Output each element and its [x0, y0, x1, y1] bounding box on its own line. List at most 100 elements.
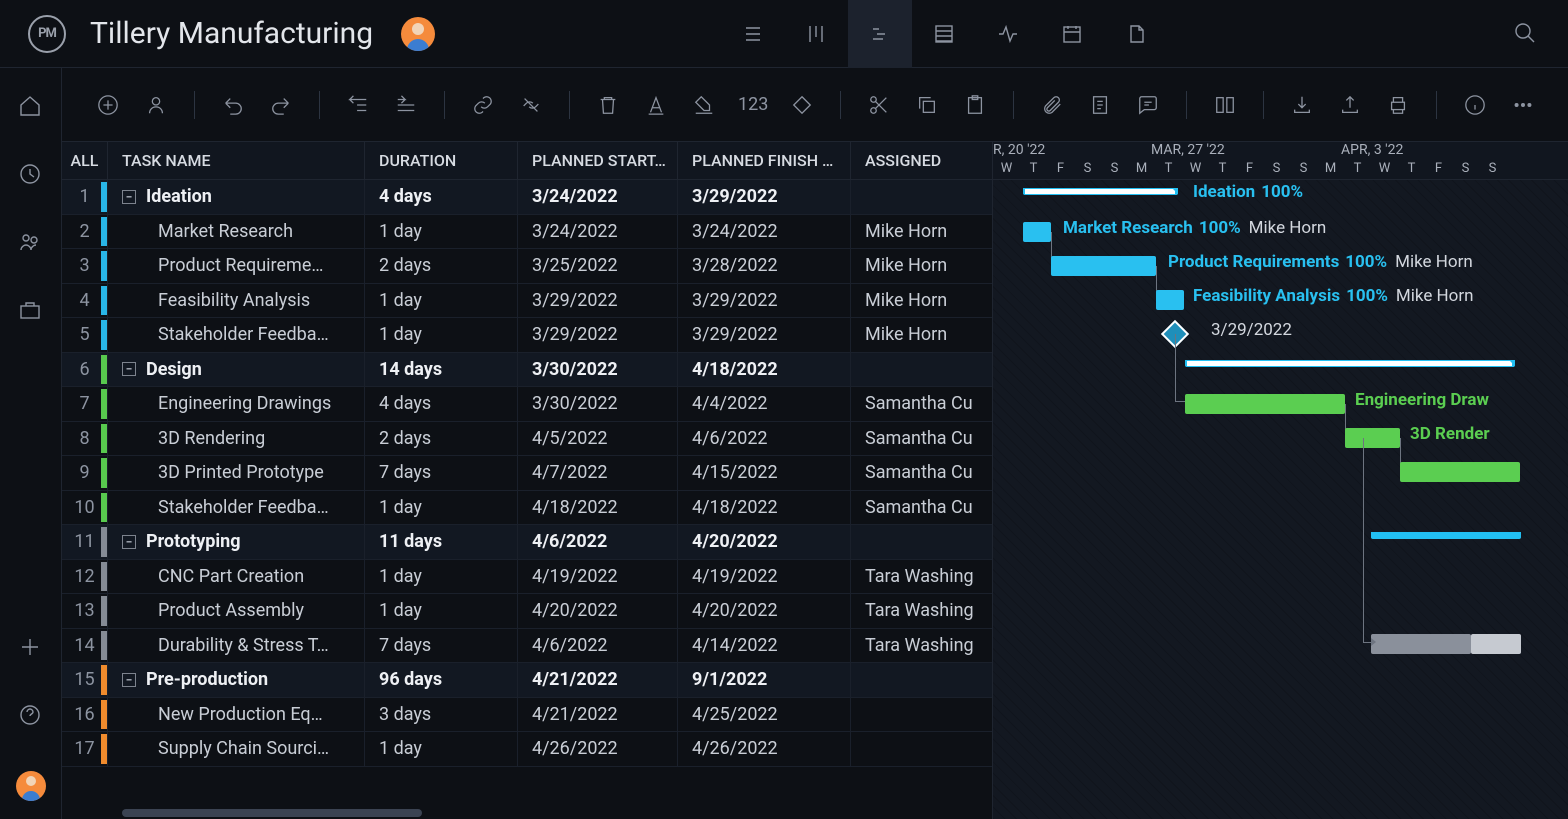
- start-cell[interactable]: 4/26/2022: [518, 732, 678, 766]
- rail-home[interactable]: [18, 94, 44, 120]
- assigned-cell[interactable]: Mike Horn: [851, 318, 988, 352]
- finish-cell[interactable]: 4/20/2022: [678, 594, 851, 628]
- table-row[interactable]: 83D Rendering2 days4/5/20224/6/2022Saman…: [62, 422, 992, 457]
- gantt-body[interactable]: Ideation100% Market Research100%Mike Hor…: [993, 180, 1568, 819]
- task-name-cell[interactable]: −Design: [108, 353, 365, 387]
- attach-button[interactable]: [1038, 91, 1066, 119]
- search-button[interactable]: [1512, 20, 1540, 48]
- rail-avatar[interactable]: [16, 771, 46, 801]
- duration-cell[interactable]: 1 day: [365, 560, 518, 594]
- assigned-cell[interactable]: [851, 525, 988, 559]
- start-cell[interactable]: 3/29/2022: [518, 318, 678, 352]
- more-button[interactable]: [1509, 91, 1537, 119]
- start-cell[interactable]: 4/6/2022: [518, 629, 678, 663]
- start-cell[interactable]: 4/6/2022: [518, 525, 678, 559]
- table-row[interactable]: 15−Pre-production96 days4/21/20229/1/202…: [62, 663, 992, 698]
- finish-cell[interactable]: 4/18/2022: [678, 353, 851, 387]
- table-row[interactable]: 7Engineering Drawings4 days3/30/20224/4/…: [62, 387, 992, 422]
- table-row[interactable]: 2Market Research1 day3/24/20223/24/2022M…: [62, 215, 992, 250]
- table-row[interactable]: 16New Production Eq…3 days4/21/20224/25/…: [62, 698, 992, 733]
- clear-format-button[interactable]: [690, 91, 718, 119]
- task-name-cell[interactable]: Product Requireme…: [108, 249, 365, 283]
- task-name-cell[interactable]: CNC Part Creation: [108, 560, 365, 594]
- col-start[interactable]: PLANNED START…: [518, 142, 678, 179]
- assigned-cell[interactable]: Mike Horn: [851, 249, 988, 283]
- table-row[interactable]: 1−Ideation4 days3/24/20223/29/2022: [62, 180, 992, 215]
- collapse-icon[interactable]: −: [122, 535, 136, 549]
- task-name-cell[interactable]: Durability & Stress T…: [108, 629, 365, 663]
- table-row[interactable]: 4Feasibility Analysis1 day3/29/20223/29/…: [62, 284, 992, 319]
- finish-cell[interactable]: 3/28/2022: [678, 249, 851, 283]
- info-button[interactable]: [1461, 91, 1489, 119]
- table-row[interactable]: 11−Prototyping11 days4/6/20224/20/2022: [62, 525, 992, 560]
- gantt-bar-design[interactable]: [1185, 360, 1515, 367]
- start-cell[interactable]: 3/24/2022: [518, 215, 678, 249]
- task-name-cell[interactable]: Product Assembly: [108, 594, 365, 628]
- redo-button[interactable]: [267, 91, 295, 119]
- rail-add[interactable]: [18, 635, 44, 661]
- percent-button[interactable]: 123: [738, 91, 768, 119]
- view-list[interactable]: [720, 0, 784, 68]
- finish-cell[interactable]: 4/19/2022: [678, 560, 851, 594]
- assigned-cell[interactable]: Tara Washing: [851, 629, 988, 663]
- assigned-cell[interactable]: [851, 732, 988, 766]
- view-files[interactable]: [1104, 0, 1168, 68]
- duration-cell[interactable]: 96 days: [365, 663, 518, 697]
- assigned-cell[interactable]: Mike Horn: [851, 215, 988, 249]
- start-cell[interactable]: 4/5/2022: [518, 422, 678, 456]
- finish-cell[interactable]: 4/25/2022: [678, 698, 851, 732]
- duration-cell[interactable]: 7 days: [365, 629, 518, 663]
- start-cell[interactable]: 4/20/2022: [518, 594, 678, 628]
- horizontal-scrollbar[interactable]: [62, 807, 992, 819]
- assigned-cell[interactable]: Mike Horn: [851, 284, 988, 318]
- task-name-cell[interactable]: −Ideation: [108, 180, 365, 214]
- finish-cell[interactable]: 3/29/2022: [678, 284, 851, 318]
- add-task-button[interactable]: [94, 91, 122, 119]
- task-name-cell[interactable]: 3D Rendering: [108, 422, 365, 456]
- view-calendar[interactable]: [1040, 0, 1104, 68]
- finish-cell[interactable]: 4/4/2022: [678, 387, 851, 421]
- col-duration[interactable]: DURATION: [365, 142, 518, 179]
- gantt-bar-prodreq[interactable]: [1051, 256, 1156, 276]
- indent-button[interactable]: [392, 91, 420, 119]
- assigned-cell[interactable]: Tara Washing: [851, 594, 988, 628]
- duration-cell[interactable]: 1 day: [365, 215, 518, 249]
- view-board[interactable]: [784, 0, 848, 68]
- delete-button[interactable]: [594, 91, 622, 119]
- collapse-icon[interactable]: −: [122, 673, 136, 687]
- assigned-cell[interactable]: [851, 698, 988, 732]
- table-row[interactable]: 14Durability & Stress T…7 days4/6/20224/…: [62, 629, 992, 664]
- duration-cell[interactable]: 7 days: [365, 456, 518, 490]
- finish-cell[interactable]: 4/20/2022: [678, 525, 851, 559]
- columns-button[interactable]: [1211, 91, 1239, 119]
- notes-button[interactable]: [1086, 91, 1114, 119]
- task-name-cell[interactable]: 3D Printed Prototype: [108, 456, 365, 490]
- task-name-cell[interactable]: −Pre-production: [108, 663, 365, 697]
- start-cell[interactable]: 4/18/2022: [518, 491, 678, 525]
- finish-cell[interactable]: 3/29/2022: [678, 318, 851, 352]
- assigned-cell[interactable]: Samantha Cu: [851, 387, 988, 421]
- assigned-cell[interactable]: [851, 663, 988, 697]
- task-name-cell[interactable]: Engineering Drawings: [108, 387, 365, 421]
- start-cell[interactable]: 3/29/2022: [518, 284, 678, 318]
- duration-cell[interactable]: 1 day: [365, 491, 518, 525]
- view-sheet[interactable]: [912, 0, 976, 68]
- finish-cell[interactable]: 4/18/2022: [678, 491, 851, 525]
- view-gantt[interactable]: [848, 0, 912, 68]
- collapse-icon[interactable]: −: [122, 190, 136, 204]
- gantt-bar-ideation[interactable]: [1023, 188, 1178, 195]
- rail-portfolio[interactable]: [18, 298, 44, 324]
- task-name-cell[interactable]: Feasibility Analysis: [108, 284, 365, 318]
- export-button[interactable]: [1336, 91, 1364, 119]
- duration-cell[interactable]: 1 day: [365, 284, 518, 318]
- start-cell[interactable]: 4/21/2022: [518, 698, 678, 732]
- duration-cell[interactable]: 2 days: [365, 249, 518, 283]
- copy-button[interactable]: [913, 91, 941, 119]
- duration-cell[interactable]: 1 day: [365, 732, 518, 766]
- assigned-cell[interactable]: Tara Washing: [851, 560, 988, 594]
- table-row[interactable]: 12CNC Part Creation1 day4/19/20224/19/20…: [62, 560, 992, 595]
- cut-button[interactable]: [865, 91, 893, 119]
- gantt-bar-durability[interactable]: [1371, 634, 1471, 654]
- gantt-bar-feas[interactable]: [1156, 290, 1184, 310]
- app-logo[interactable]: PM: [28, 15, 66, 53]
